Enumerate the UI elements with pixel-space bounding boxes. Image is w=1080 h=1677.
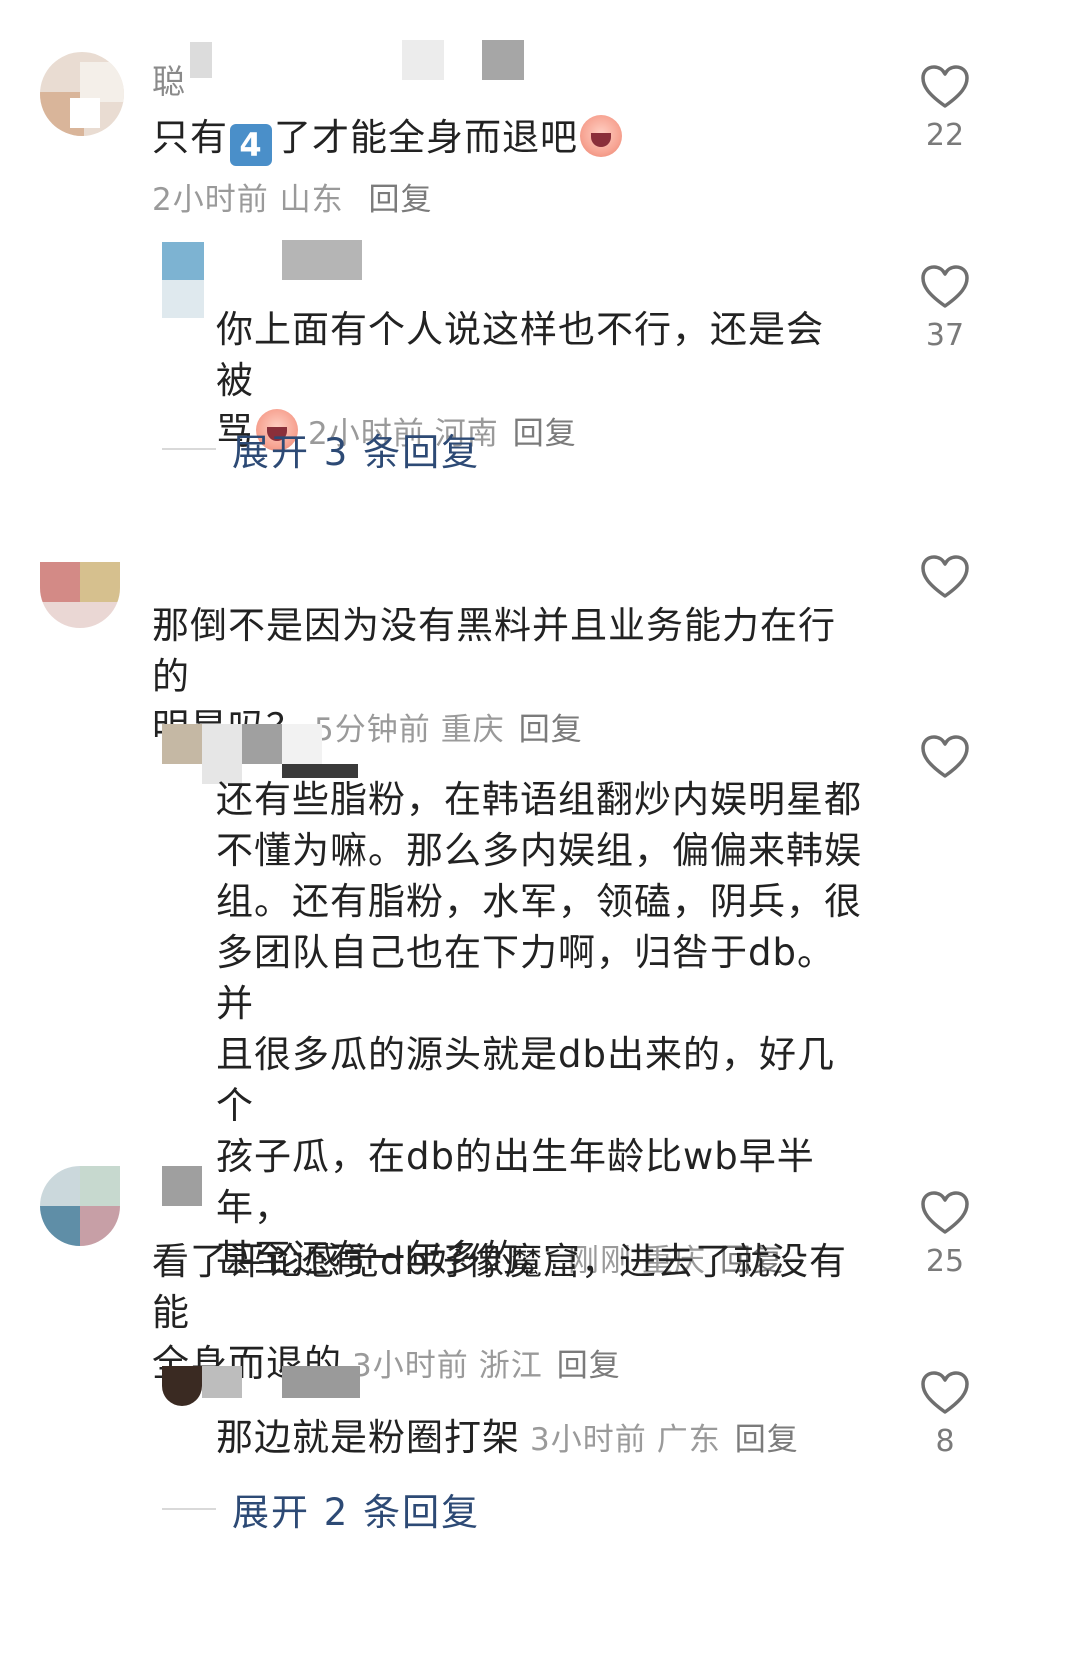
crying-face-emoji-icon bbox=[580, 115, 622, 157]
username[interactable]: 聪 bbox=[152, 55, 185, 103]
redacted-username bbox=[402, 40, 444, 80]
like-button[interactable]: 25 bbox=[910, 1190, 980, 1279]
heart-icon bbox=[921, 555, 969, 598]
redacted-username bbox=[282, 240, 362, 280]
location: 重庆 bbox=[440, 712, 505, 748]
like-button[interactable] bbox=[910, 554, 980, 600]
expand-replies-button[interactable]: 展开 3 条回复 bbox=[162, 422, 522, 474]
number-4-emoji-icon: 4 bbox=[230, 124, 272, 166]
location: 浙江 bbox=[478, 1348, 543, 1384]
like-count: 22 bbox=[925, 118, 965, 153]
redacted-username bbox=[282, 724, 322, 764]
location: 山东 bbox=[279, 182, 344, 218]
reply-button[interactable]: 回复 bbox=[735, 1422, 799, 1458]
comment-text: 看了评论感觉db好像魔窟，进去了就没有能 全身而退的 3小时前 浙江 回复 bbox=[152, 1240, 847, 1385]
timestamp: 2小时前 bbox=[152, 182, 269, 218]
avatar[interactable] bbox=[162, 242, 204, 318]
avatar[interactable] bbox=[40, 52, 124, 136]
timestamp: 5分钟前 bbox=[314, 712, 431, 748]
avatar[interactable] bbox=[40, 1166, 120, 1246]
redacted-username bbox=[190, 42, 212, 78]
redacted-username bbox=[202, 1366, 242, 1398]
avatar[interactable] bbox=[40, 562, 120, 628]
like-count: 37 bbox=[925, 318, 965, 353]
reply-button[interactable]: 回复 bbox=[557, 1348, 621, 1384]
comment-text: 那边就是粉圈打架 3小时前 广东 回复 bbox=[216, 1416, 799, 1459]
expand-replies-button[interactable]: 展开 2 条回复 bbox=[162, 1482, 522, 1534]
avatar[interactable] bbox=[162, 1366, 202, 1406]
reply-button[interactable]: 回复 bbox=[519, 712, 583, 748]
like-count: 8 bbox=[935, 1424, 955, 1459]
redacted-username bbox=[282, 1366, 360, 1398]
heart-icon bbox=[921, 265, 969, 308]
comment-meta: 2小时前 山东 回复 bbox=[152, 174, 432, 219]
comment-text: 只有 4 了才能全身而退吧 bbox=[152, 112, 622, 166]
like-button[interactable]: 8 bbox=[910, 1370, 980, 1459]
divider bbox=[162, 1508, 216, 1510]
like-button[interactable] bbox=[910, 734, 980, 780]
reply-button[interactable]: 回复 bbox=[368, 182, 432, 218]
location: 广东 bbox=[656, 1422, 721, 1458]
divider bbox=[162, 448, 216, 450]
timestamp: 3小时前 bbox=[530, 1422, 647, 1458]
like-button[interactable]: 37 bbox=[910, 264, 980, 353]
redacted-username bbox=[242, 724, 282, 764]
comment-text: 还有些脂粉，在韩语组翻炒内娱明星都 不懂为嘛。那么多内娱组，偏偏来韩娱 组。还有… bbox=[216, 778, 862, 1280]
expand-replies-label: 展开 3 条回复 bbox=[232, 431, 481, 474]
heart-icon bbox=[921, 735, 969, 778]
heart-icon bbox=[921, 1371, 969, 1414]
like-button[interactable]: 22 bbox=[910, 64, 980, 153]
redacted-username bbox=[162, 1166, 202, 1206]
heart-icon bbox=[921, 65, 969, 108]
expand-replies-label: 展开 2 条回复 bbox=[232, 1491, 481, 1534]
like-count: 25 bbox=[925, 1244, 965, 1279]
heart-icon bbox=[921, 1191, 969, 1234]
timestamp: 3小时前 bbox=[352, 1348, 469, 1384]
reply-button[interactable]: 回复 bbox=[513, 416, 577, 452]
redacted-username bbox=[482, 40, 524, 80]
avatar[interactable] bbox=[162, 724, 202, 764]
